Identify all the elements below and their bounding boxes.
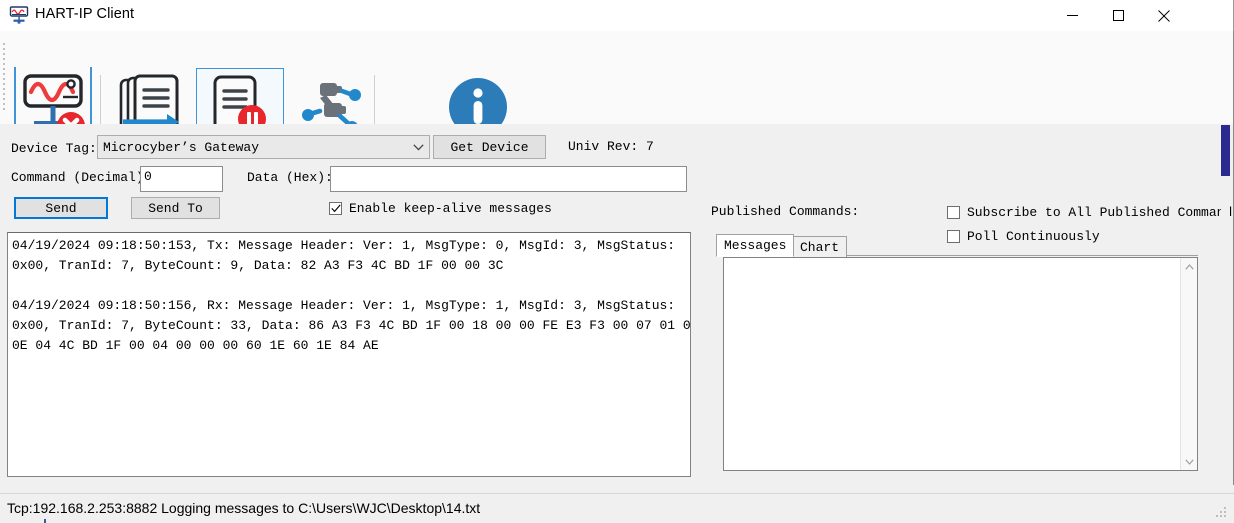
subscribe-all-published-checkbox[interactable]: Subscribe to All Published Commands [947, 205, 1234, 220]
scroll-up-icon[interactable] [1181, 258, 1198, 275]
data-hex-label: Data (Hex): [247, 170, 333, 185]
log-line: 0E 04 4C BD 1F 00 04 00 00 00 60 1E 60 1… [12, 338, 379, 353]
chevron-down-icon [407, 143, 429, 151]
send-to-button[interactable]: Send To [131, 197, 220, 219]
get-device-button[interactable]: Get Device [433, 135, 546, 159]
enable-keepalive-checkbox[interactable]: Enable keep-alive messages [329, 201, 552, 216]
published-messages-panel[interactable] [723, 257, 1198, 471]
published-messages-value [724, 258, 1197, 264]
tab-chart-label: Chart [800, 239, 840, 255]
checkbox-box [329, 202, 342, 215]
resize-grip-icon[interactable] [1216, 507, 1228, 519]
command-decimal-input[interactable]: 0 [140, 166, 223, 192]
data-hex-input[interactable] [330, 166, 687, 192]
log-line: 04/19/2024 09:18:50:153, Tx: Message Hea… [12, 238, 676, 253]
window-scrollbar-track[interactable] [1221, 124, 1230, 479]
device-tag-select[interactable]: Microcyber’s Gateway [97, 135, 430, 159]
toolbar-grip[interactable] [3, 43, 7, 113]
log-line: 0x00, TranId: 7, ByteCount: 9, Data: 82 … [12, 258, 504, 273]
status-bar: Tcp:192.168.2.253:8882 Logging messages … [0, 493, 1234, 523]
maximize-icon [1112, 10, 1124, 21]
title-bar: HART-IP Client [0, 0, 1234, 32]
send-label: Send [45, 200, 77, 216]
hart-ip-client-window: HART-IP Client Device Tag: Microcyber’s … [0, 0, 1234, 523]
close-icon [1158, 9, 1170, 22]
scroll-down-icon[interactable] [1181, 453, 1198, 470]
tab-messages[interactable]: Messages [716, 234, 795, 257]
message-log[interactable]: 04/19/2024 09:18:50:153, Tx: Message Hea… [7, 232, 691, 477]
subscribe-all-published-label: Subscribe to All Published Commands [967, 205, 1234, 220]
get-device-label: Get Device [450, 139, 529, 155]
send-button[interactable]: Send [14, 197, 108, 219]
hart-device-icon [9, 6, 29, 25]
enable-keepalive-label: Enable keep-alive messages [349, 201, 552, 216]
checkbox-box [947, 230, 960, 243]
send-to-label: Send To [148, 200, 203, 216]
published-commands-label: Published Commands: [711, 204, 860, 219]
poll-continuously-checkbox[interactable]: Poll Continuously [947, 229, 1100, 244]
check-icon [330, 204, 341, 213]
tab-messages-label: Messages [724, 238, 787, 253]
command-decimal-label: Command (Decimal) [11, 170, 144, 185]
main-toolbar [0, 31, 1234, 149]
device-tag-label: Device Tag: [11, 141, 97, 156]
log-line: 04/19/2024 09:18:50:156, Rx: Message Hea… [12, 298, 676, 313]
status-text: Tcp:192.168.2.253:8882 Logging messages … [7, 500, 481, 516]
window-title: HART-IP Client [35, 6, 135, 22]
maximize-button[interactable] [1095, 0, 1141, 31]
taskbar-indicator [44, 519, 46, 523]
minimize-icon [1066, 10, 1078, 21]
univ-rev-label: Univ Rev: 7 [568, 139, 654, 154]
log-line: 0x00, TranId: 7, ByteCount: 33, Data: 86… [12, 318, 691, 333]
device-tag-value: Microcyber’s Gateway [103, 139, 260, 155]
published-scrollbar[interactable] [1180, 258, 1197, 470]
command-decimal-value: 0 [144, 169, 152, 184]
tab-chart[interactable]: Chart [792, 236, 848, 257]
close-button[interactable] [1141, 0, 1187, 31]
poll-continuously-label: Poll Continuously [967, 229, 1100, 244]
window-scrollbar-thumb[interactable] [1221, 125, 1230, 176]
minimize-button[interactable] [1049, 0, 1095, 31]
checkbox-box [947, 206, 960, 219]
